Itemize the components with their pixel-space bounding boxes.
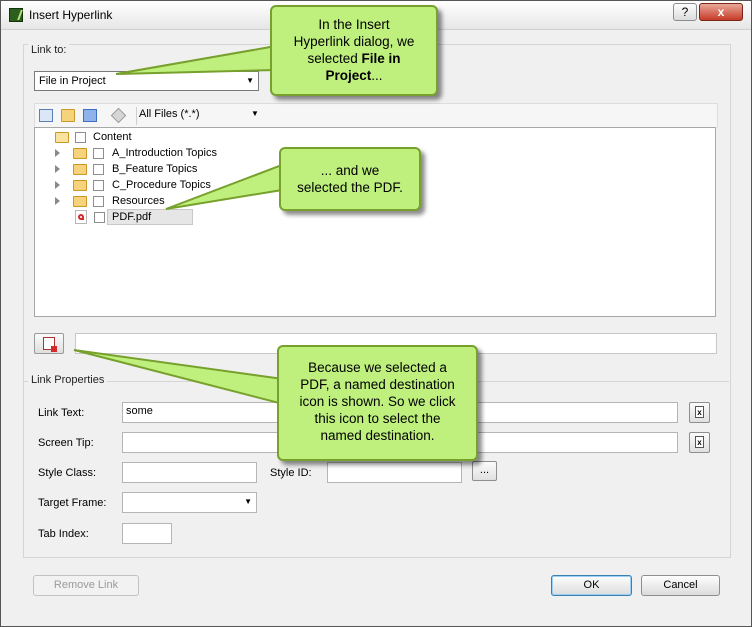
- callout-line: selected File in: [278, 50, 430, 67]
- callout-line: Hyperlink dialog, we: [293, 34, 415, 49]
- callout-line: Project...: [278, 67, 430, 84]
- callout-file-in-project: In the Insert Hyperlink dialog, we selec…: [270, 5, 438, 96]
- callout-line: named destination.: [320, 428, 435, 443]
- callout-line: In the Insert: [318, 17, 390, 32]
- callout-selected-pdf: ... and we selected the PDF.: [279, 147, 421, 211]
- clear-icon: x: [697, 408, 702, 417]
- callout-line: Because we selected a: [308, 360, 447, 375]
- callout-line: this icon to select the: [314, 411, 441, 426]
- callout-line: selected the PDF.: [297, 180, 403, 195]
- callout-pointer-2: [165, 163, 283, 210]
- callout-named-destination: Because we selected a PDF, a named desti…: [277, 345, 478, 461]
- callout-pointer-1: [115, 44, 277, 75]
- callout-line: ... and we: [320, 163, 380, 178]
- callout-pointer-3: [73, 349, 284, 406]
- clear-icon: x: [697, 438, 702, 447]
- callout-text: selected: [307, 51, 362, 66]
- callout-bold: File in: [361, 51, 401, 66]
- callout-line: icon is shown. So we click: [299, 394, 456, 409]
- callout-text: ...: [371, 68, 383, 83]
- callout-bold: Project: [325, 68, 372, 83]
- callout-line: PDF, a named destination: [300, 377, 455, 392]
